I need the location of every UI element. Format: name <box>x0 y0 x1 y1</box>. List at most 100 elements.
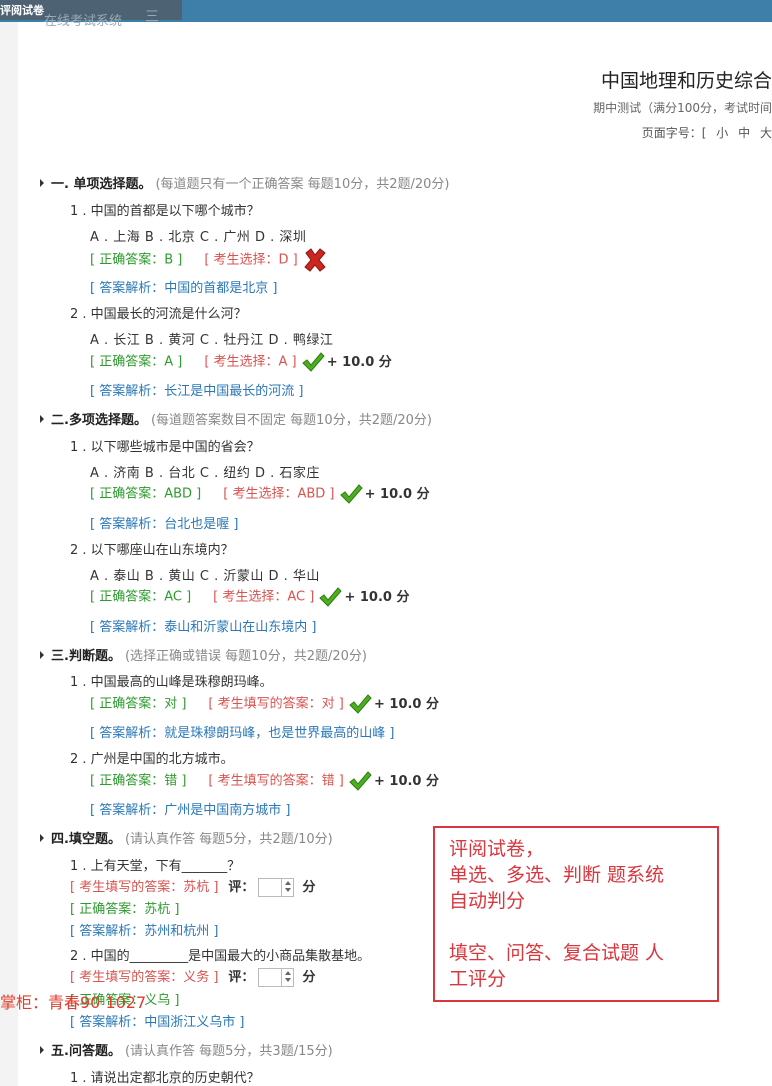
section-desc: (请认真作答 每题5分，共3题/15分) <box>124 1044 333 1059</box>
section-header[interactable]: 五.问答题。 (请认真作答 每题5分，共3题/15分) <box>40 1040 333 1059</box>
window-tab[interactable]: 评阅试卷 在线考试系统 三 <box>0 0 182 29</box>
question-text: 1 . 请说出定都北京的历史朝代？ <box>70 1071 260 1086</box>
note-line: 工评分 <box>449 968 507 990</box>
question-text: 1 . 中国最高的山峰是珠穆朗玛峰。 <box>70 675 273 690</box>
paper-title: 中国地理和历史综合 <box>600 70 772 92</box>
section-desc: (选择正确或错误 每题10分，共2题/20分) <box>124 649 367 664</box>
question-options: A . 济南 B . 台北 C . 纽约 D . 石家庄 <box>90 466 320 481</box>
answer-row: [ 正确答案：A ] [ 考生选择：A ] + 10.0 分 <box>90 350 392 374</box>
stepper-up-icon <box>284 971 291 975</box>
paper-subtitle: 期中测试（满分100分，考试时间 <box>593 101 772 115</box>
correct-answer: [ 正确答案：错 ] <box>90 773 187 789</box>
question-text: 1 . 以下哪些城市是中国的省会？ <box>70 440 260 455</box>
answer-analysis: [ 答案解析：中国的首都是北京 ] <box>90 281 278 296</box>
correct-check-icon <box>302 352 325 372</box>
background-strip <box>0 20 18 1086</box>
score-gained: + 10.0 分 <box>344 589 410 605</box>
note-line: 单选、多选、判断 题系统 <box>449 864 665 886</box>
section-desc: (每道题答案数目不固定 每题10分，共2题/20分) <box>150 413 432 428</box>
font-size-medium[interactable]: 中 <box>738 126 750 140</box>
font-size-switcher: 页面字号：[ 小 中 大 <box>642 124 772 141</box>
score-unit: 分 <box>302 880 316 895</box>
section-desc: (请认真作答 每题5分，共2题/10分) <box>124 832 333 847</box>
question-options: A . 泰山 B . 黄山 C . 沂蒙山 D . 华山 <box>90 569 320 584</box>
student-answer: [ 考生填写的答案：错 ] <box>208 773 344 789</box>
section-title: 五.问答题。 <box>51 1044 121 1059</box>
correct-answer: [ 正确答案：对 ] <box>90 696 187 712</box>
student-answer: [ 考生填写的答案：义务 ] <box>70 970 219 985</box>
student-answer: [ 考生选择：A ] <box>204 354 297 370</box>
system-name[interactable]: 在线考试系统 <box>44 10 122 29</box>
score-gained: + 10.0 分 <box>326 354 392 370</box>
section-desc: (每道题只有一个正确答案 每题10分，共2题/20分) <box>155 177 450 192</box>
correct-check-icon <box>349 771 372 791</box>
note-line: 自动判分 <box>449 890 526 912</box>
caret-right-icon <box>40 834 44 842</box>
section-header[interactable]: 一. 单项选择题。 (每道题只有一个正确答案 每题10分，共2题/20分) <box>40 173 449 192</box>
menu-icon[interactable]: 三 <box>145 6 159 26</box>
correct-check-icon <box>319 587 343 607</box>
question-text: 1 . 中国的首都是以下哪个城市？ <box>70 204 260 219</box>
note-line: 评阅试卷， <box>449 838 545 860</box>
wrong-icon <box>304 248 326 272</box>
stepper-down-icon <box>284 888 291 892</box>
question-text: 2 . 中国的_________是中国最大的小商品集散基地。 <box>70 949 371 964</box>
student-answer: [ 考生填写的答案：对 ] <box>208 696 344 712</box>
student-answer: [ 考生选择：AC ] <box>213 589 315 605</box>
grading-row: [ 考生填写的答案：义务 ] 评： 分 <box>70 966 315 987</box>
answer-row: [ 正确答案：错 ] [ 考生填写的答案：错 ] + 10.0 分 <box>90 769 439 793</box>
correct-answer: [ 正确答案：A ] <box>90 354 183 370</box>
correct-answer: [ 正确答案：苏杭 ] <box>70 902 180 917</box>
section-header[interactable]: 二.多项选择题。 (每道题答案数目不固定 每题10分，共2题/20分) <box>40 409 432 428</box>
correct-answer: [ 正确答案：AC ] <box>90 589 192 605</box>
section-header[interactable]: 三.判断题。 (选择正确或错误 每题10分，共2题/20分) <box>40 645 367 664</box>
tab-title: 评阅试卷 <box>0 4 44 17</box>
correct-check-icon <box>339 484 363 504</box>
answer-row: [ 正确答案：ABD ] [ 考生选择：ABD ] + 10.0 分 <box>90 482 430 506</box>
student-answer: [ 考生选择：ABD ] <box>223 486 335 502</box>
question-text: 2 . 以下哪座山在山东境内？ <box>70 543 234 558</box>
annotation-box: 评阅试卷， 单选、多选、判断 题系统 自动判分 填空、问答、复合试题 人 工评分 <box>433 826 719 1002</box>
answer-analysis: [ 答案解析：台北也是喔 ] <box>90 517 239 532</box>
caret-right-icon <box>40 651 44 659</box>
font-size-small[interactable]: 小 <box>716 126 728 140</box>
caret-right-icon <box>40 415 44 423</box>
watermark-text: 掌柜：青春90 1027 <box>0 993 147 1012</box>
score-gained: + 10.0 分 <box>373 696 440 712</box>
section-header[interactable]: 四.填空题。 (请认真作答 每题5分，共2题/10分) <box>40 828 333 847</box>
score-gained: + 10.0 分 <box>364 486 430 502</box>
grade-label: 评： <box>228 970 255 985</box>
question-options: A . 长江 B . 黄河 C . 牡丹江 D . 鸭绿江 <box>90 333 334 348</box>
question-options: A . 上海 B . 北京 C . 广州 D . 深圳 <box>90 230 307 245</box>
correct-answer: [ 正确答案：ABD ] <box>90 486 202 502</box>
section-title: 一. 单项选择题。 <box>51 177 152 192</box>
font-size-large[interactable]: 大 <box>760 126 772 140</box>
answer-row: [ 正确答案：B ] [ 考生选择：D ] <box>90 247 328 273</box>
section-title: 三.判断题。 <box>51 649 121 664</box>
note-line <box>449 914 717 940</box>
grading-row: [ 考生填写的答案：苏杭 ] 评： 分 <box>70 876 315 897</box>
question-text: 1 . 上有天堂，下有_______？ <box>70 859 241 874</box>
stepper-down-icon <box>284 978 291 982</box>
score-stepper[interactable] <box>258 878 295 897</box>
section-title: 四.填空题。 <box>51 832 121 847</box>
answer-row: [ 正确答案：AC ] [ 考生选择：AC ] + 10.0 分 <box>90 585 409 609</box>
grade-label: 评： <box>228 880 255 895</box>
question-text: 2 . 中国最长的河流是什么河？ <box>70 307 247 322</box>
score-unit: 分 <box>302 970 316 985</box>
student-answer: [ 考生选择：D ] <box>204 252 298 268</box>
answer-analysis: [ 答案解析：中国浙江义乌市 ] <box>70 1015 245 1030</box>
answer-analysis: [ 答案解析：泰山和沂蒙山在山东境内 ] <box>90 620 317 635</box>
answer-analysis: [ 答案解析：广州是中国南方城市 ] <box>90 803 291 818</box>
correct-check-icon <box>349 694 372 714</box>
caret-right-icon <box>40 1046 44 1054</box>
score-stepper[interactable] <box>258 968 295 987</box>
answer-row: [ 正确答案：对 ] [ 考生填写的答案：对 ] + 10.0 分 <box>90 692 439 716</box>
question-text: 2 . 广州是中国的北方城市。 <box>70 752 234 767</box>
answer-analysis: [ 答案解析：长江是中国最长的河流 ] <box>90 384 304 399</box>
answer-analysis: [ 答案解析：苏州和杭州 ] <box>70 924 219 939</box>
font-size-label: 页面字号：[ <box>641 126 707 140</box>
stepper-up-icon <box>284 881 291 885</box>
note-line: 填空、问答、复合试题 人 <box>449 942 665 964</box>
answer-analysis: [ 答案解析：就是珠穆朗玛峰，也是世界最高的山峰 ] <box>90 726 395 741</box>
